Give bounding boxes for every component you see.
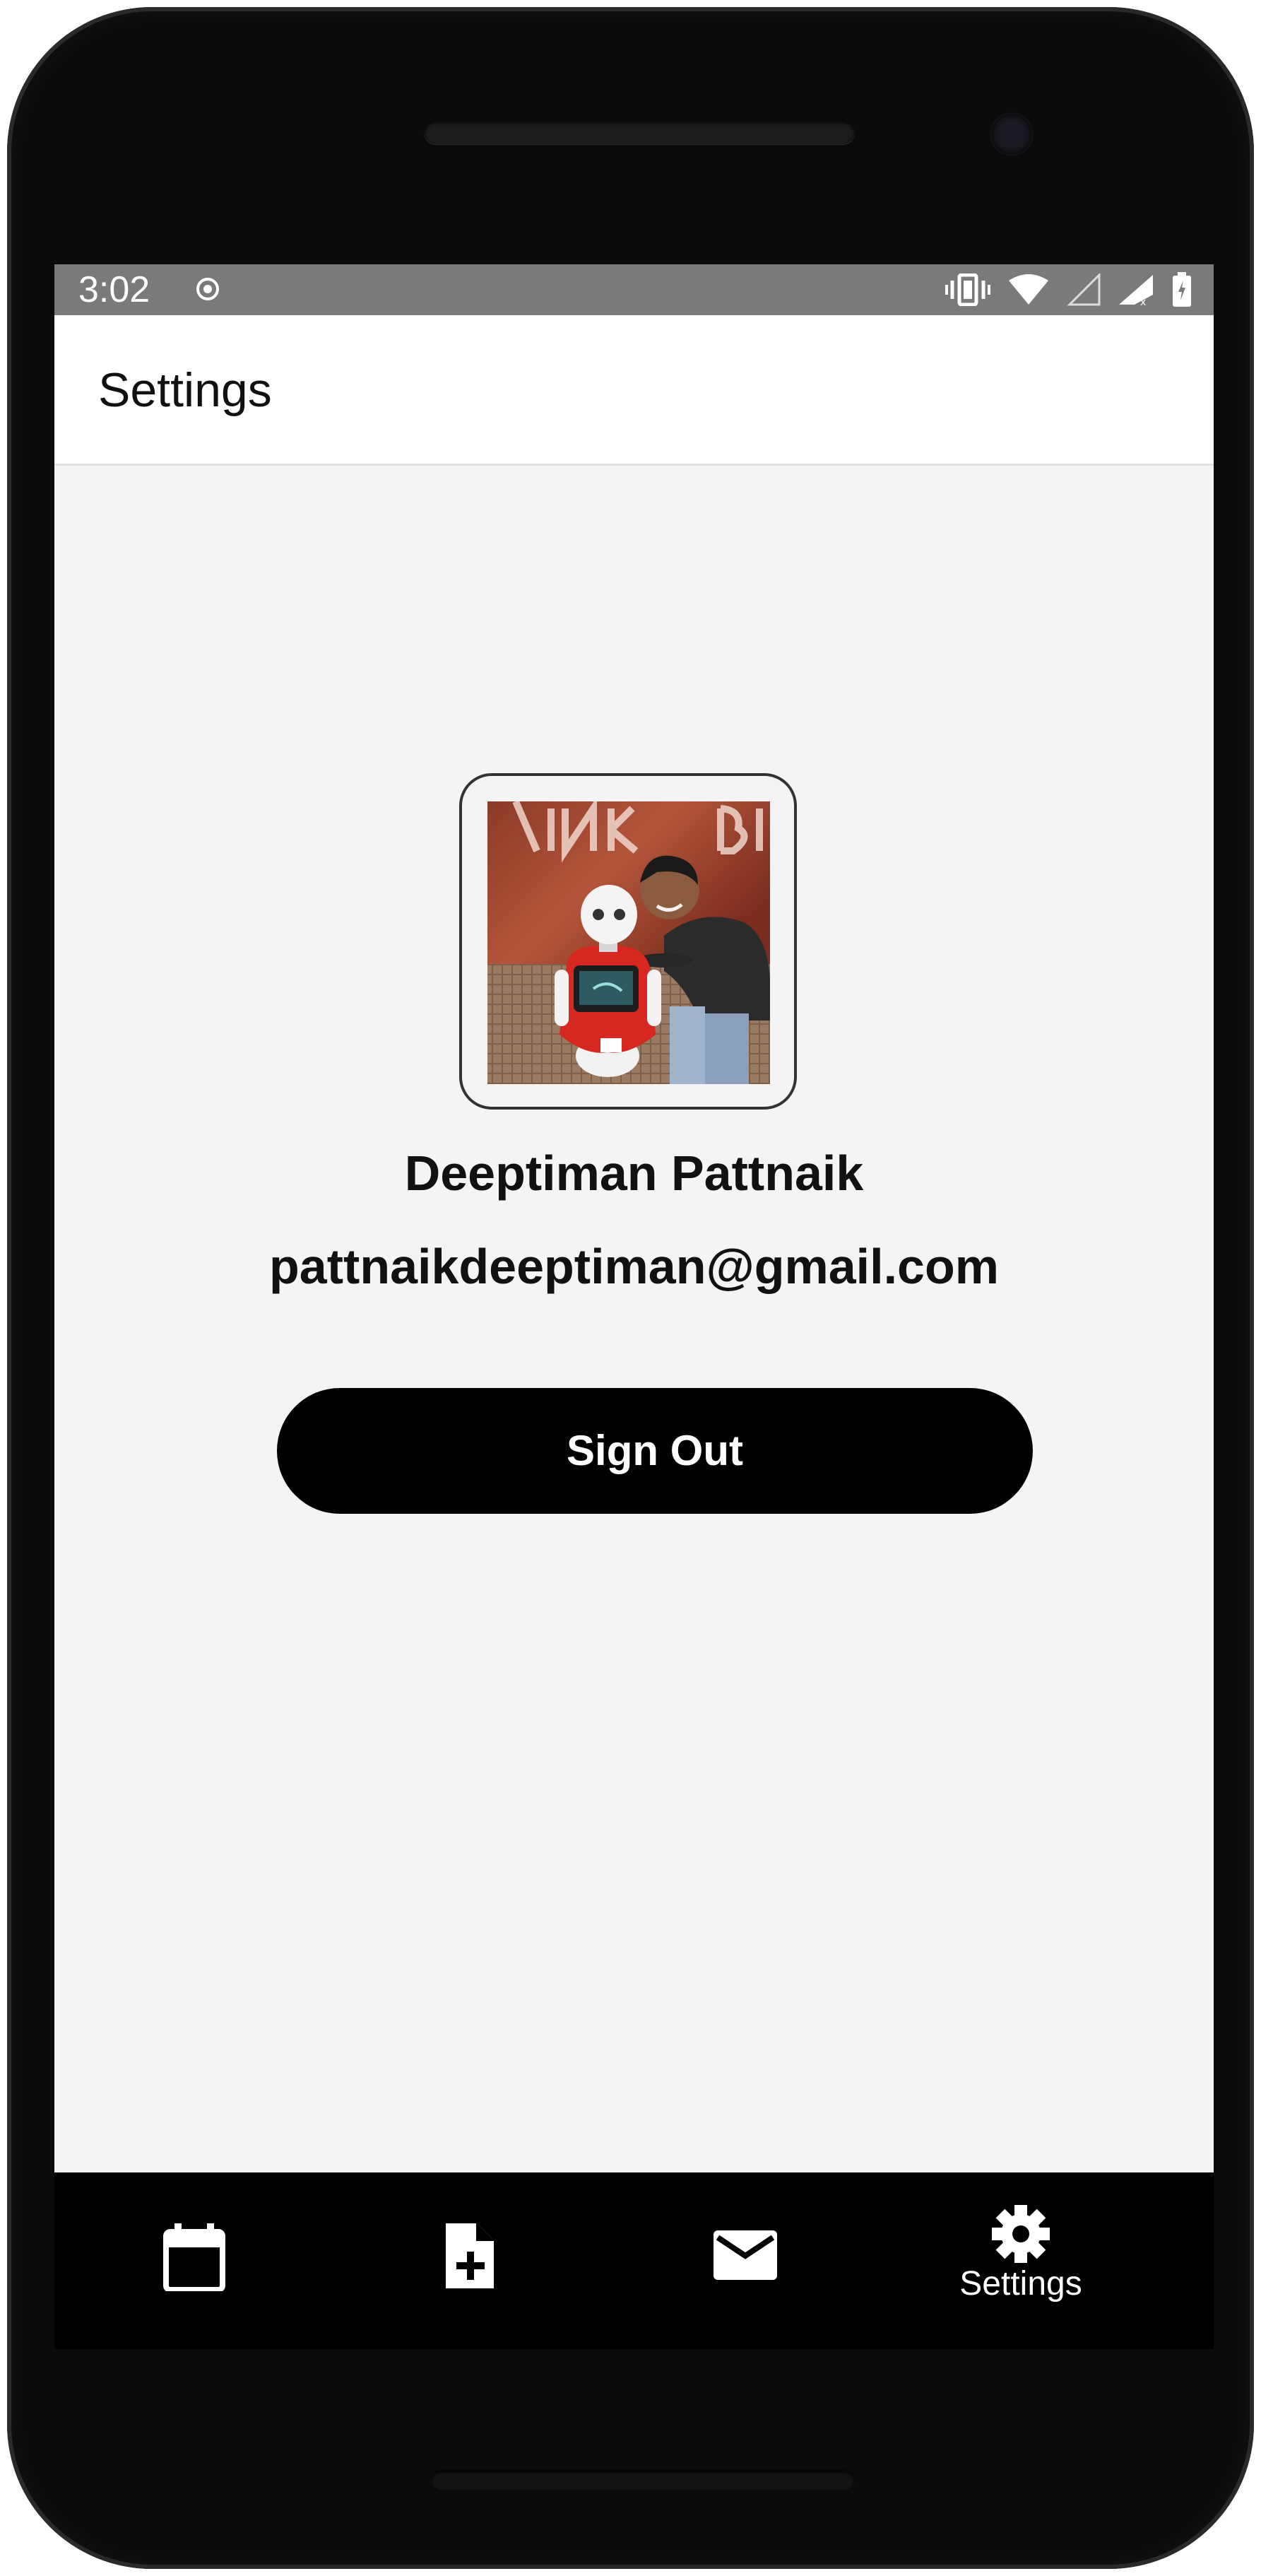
profile-name: Deeptiman Pattnaik [404, 1146, 864, 1201]
nav-item-settings[interactable]: Settings [883, 2172, 1159, 2349]
calendar-icon [163, 2223, 225, 2291]
signal-empty-icon [1067, 274, 1101, 306]
front-camera [992, 114, 1031, 154]
bottom-navigation: Settings [54, 2172, 1214, 2349]
status-icons: x [945, 270, 1192, 310]
status-bar: 3:02 x [54, 264, 1214, 315]
profile-email: pattnaikdeeptiman@gmail.com [269, 1239, 999, 1294]
battery-icon [1173, 272, 1191, 307]
signal-icon: x [1119, 275, 1153, 306]
page-title: Settings [98, 363, 272, 417]
nav-item-mail[interactable] [608, 2172, 883, 2349]
avatar-frame [459, 773, 797, 1110]
app-bar: Settings [54, 315, 1214, 466]
nav-item-add-note[interactable] [332, 2172, 608, 2349]
avatar [487, 801, 770, 1084]
mail-icon [714, 2230, 777, 2280]
screen: 3:02 x Settings Deeptiman Pattnaik pattn… [54, 264, 1214, 2172]
wifi-icon [1009, 274, 1048, 305]
sign-out-button[interactable]: Sign Out [277, 1388, 1033, 1514]
add-note-icon [446, 2223, 494, 2288]
nav-label-settings: Settings [959, 2265, 1082, 2302]
svg-text:x: x [1140, 297, 1146, 306]
vibrate-icon [945, 274, 990, 306]
gear-icon [992, 2205, 1050, 2263]
nav-item-calendar[interactable] [57, 2172, 332, 2349]
status-time: 3:02 [78, 269, 150, 310]
record-icon [196, 278, 219, 300]
earpiece-speaker [424, 120, 855, 144]
bottom-speaker [431, 2470, 855, 2490]
